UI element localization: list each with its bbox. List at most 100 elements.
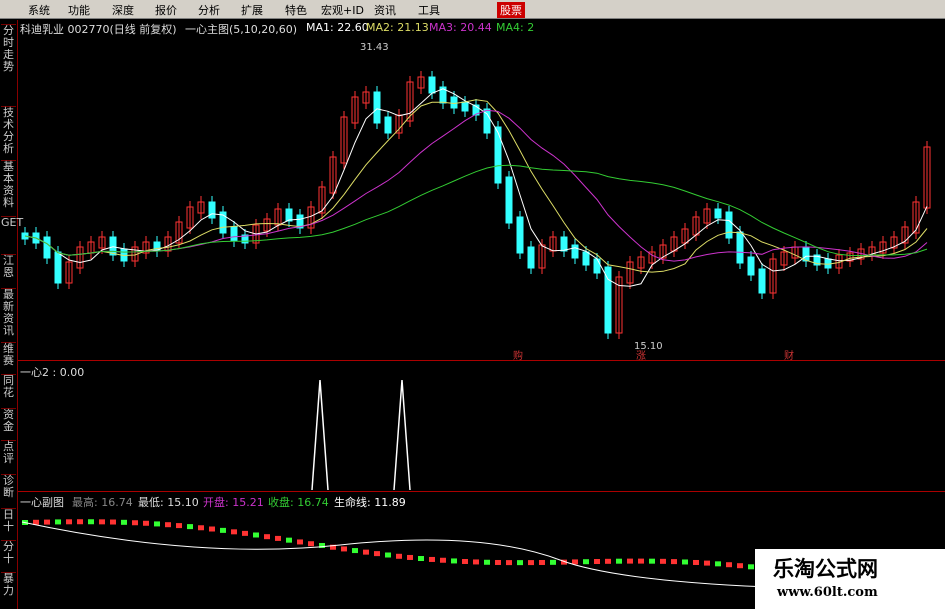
- tab-technical[interactable]: 技术分析: [1, 106, 16, 155]
- sub2-bar: [473, 559, 479, 565]
- left-tab-bar: 分时走势 技术分析 基本资料 GET 江恩 最新资讯 维赛 同花 资金 点评 诊…: [0, 20, 23, 609]
- sub2-bar: [385, 552, 391, 558]
- tab-diagnose[interactable]: 诊断: [1, 474, 16, 499]
- candle-body: [230, 226, 238, 242]
- tab-day[interactable]: 日十: [1, 508, 16, 533]
- menu-stock[interactable]: 股票: [497, 2, 525, 18]
- menu-system[interactable]: 系统: [28, 2, 50, 18]
- candle-body: [516, 216, 524, 254]
- candle-body: [21, 232, 29, 240]
- sub2-bar: [165, 522, 171, 528]
- candle-body: [912, 201, 920, 234]
- candle-body: [351, 96, 359, 124]
- menu-analysis[interactable]: 分析: [198, 2, 220, 18]
- candle-body: [164, 236, 172, 252]
- sub2-bar: [748, 564, 754, 570]
- candle-body: [417, 76, 425, 89]
- sub2-bar: [55, 519, 61, 525]
- tab-intraday[interactable]: 分时走势: [1, 24, 16, 73]
- candle-body: [714, 208, 722, 219]
- candle-body: [868, 246, 876, 256]
- tab-review[interactable]: 点评: [1, 440, 16, 465]
- candle-body: [659, 244, 667, 259]
- candle-body: [813, 254, 821, 266]
- ma-line-4: [24, 164, 928, 257]
- candle-body: [670, 236, 678, 252]
- candle-body: [725, 211, 733, 239]
- sub2-high: 最高: 16.74: [72, 496, 133, 509]
- candle-body: [131, 246, 139, 262]
- candle-body: [439, 86, 447, 104]
- candle-body: [549, 236, 557, 252]
- sub2-bar: [396, 553, 402, 559]
- candle-body: [208, 201, 216, 219]
- sub2-bar: [671, 559, 677, 565]
- tab-jiangen[interactable]: 江恩: [1, 254, 16, 279]
- sub2-title: 一心副图: [20, 496, 64, 509]
- tab-funds[interactable]: 资金: [1, 408, 16, 433]
- sub2-bar: [649, 558, 655, 564]
- sub2-bar: [352, 548, 358, 554]
- menu-depth[interactable]: 深度: [112, 2, 134, 18]
- sub2-bar: [143, 520, 149, 526]
- sub2-bar: [22, 520, 28, 525]
- candle-body: [120, 248, 128, 262]
- candle-body: [483, 108, 491, 134]
- sub2-life: 生命线: 11.89: [334, 496, 406, 509]
- menu-bar: 系统 功能 深度 报价 分析 扩展 特色 宏观+ID 资讯 工具 股票: [0, 0, 945, 19]
- menu-feature[interactable]: 特色: [285, 2, 307, 18]
- sub2-bar: [187, 524, 193, 530]
- candle-body: [494, 126, 502, 184]
- tab-violent[interactable]: 暴力: [1, 572, 16, 597]
- pane-divider-1: [18, 360, 945, 361]
- sub2-bar: [220, 527, 226, 533]
- sub2-bar: [429, 556, 435, 562]
- candle-body: [109, 236, 117, 256]
- sub2-bar: [627, 558, 633, 564]
- menu-extend[interactable]: 扩展: [241, 2, 263, 18]
- sub2-bar: [726, 562, 732, 568]
- candle-body: [582, 251, 590, 266]
- candle-body: [373, 91, 381, 124]
- stock-title: 科迪乳业 002770(日线 前复权): [20, 23, 177, 36]
- tab-minute[interactable]: 分十: [1, 540, 16, 565]
- menu-news[interactable]: 资讯: [374, 2, 396, 18]
- menu-tools[interactable]: 工具: [418, 2, 440, 18]
- sub2-bar: [550, 559, 556, 565]
- tab-latest-news[interactable]: 最新资讯: [1, 288, 16, 337]
- candle-body: [769, 258, 777, 294]
- tab-weisai[interactable]: 维赛: [1, 342, 16, 367]
- candle-body: [153, 241, 161, 252]
- marker-wealth: 财: [784, 351, 794, 362]
- candle-body: [263, 218, 271, 232]
- candle-body: [923, 146, 931, 209]
- watermark-title: 乐淘公式网: [773, 556, 878, 581]
- tab-tonghua[interactable]: 同花: [1, 374, 16, 399]
- sub2-bar: [297, 539, 303, 545]
- indicator-name: 一心主图(5,10,20,60): [185, 23, 298, 36]
- candle-body: [615, 276, 623, 334]
- sub2-bar: [286, 537, 292, 543]
- candle-body: [362, 91, 370, 104]
- tab-fundamental[interactable]: 基本资料: [1, 160, 16, 209]
- spike-2: [393, 379, 411, 491]
- menu-function[interactable]: 功能: [68, 2, 90, 18]
- marker-buy: 购: [513, 351, 523, 362]
- candle-body: [285, 208, 293, 222]
- candle-body: [76, 246, 84, 269]
- sub2-bar: [110, 519, 116, 525]
- sub2-open: 开盘: 15.21: [203, 496, 264, 509]
- tab-get[interactable]: GET: [1, 216, 23, 229]
- candle-body: [890, 236, 898, 249]
- watermark-logo: 乐淘公式网 www.60lt.com: [755, 549, 945, 609]
- kline-chart[interactable]: [0, 0, 945, 609]
- candle-body: [901, 226, 909, 244]
- candle-body: [824, 258, 832, 269]
- sub2-bar: [440, 557, 446, 563]
- candle-body: [395, 114, 403, 134]
- sub2-bar: [198, 525, 204, 531]
- menu-quote[interactable]: 报价: [155, 2, 177, 18]
- menu-macro[interactable]: 宏观+ID: [321, 2, 364, 18]
- candle-body: [648, 251, 656, 264]
- spike-1: [311, 379, 329, 491]
